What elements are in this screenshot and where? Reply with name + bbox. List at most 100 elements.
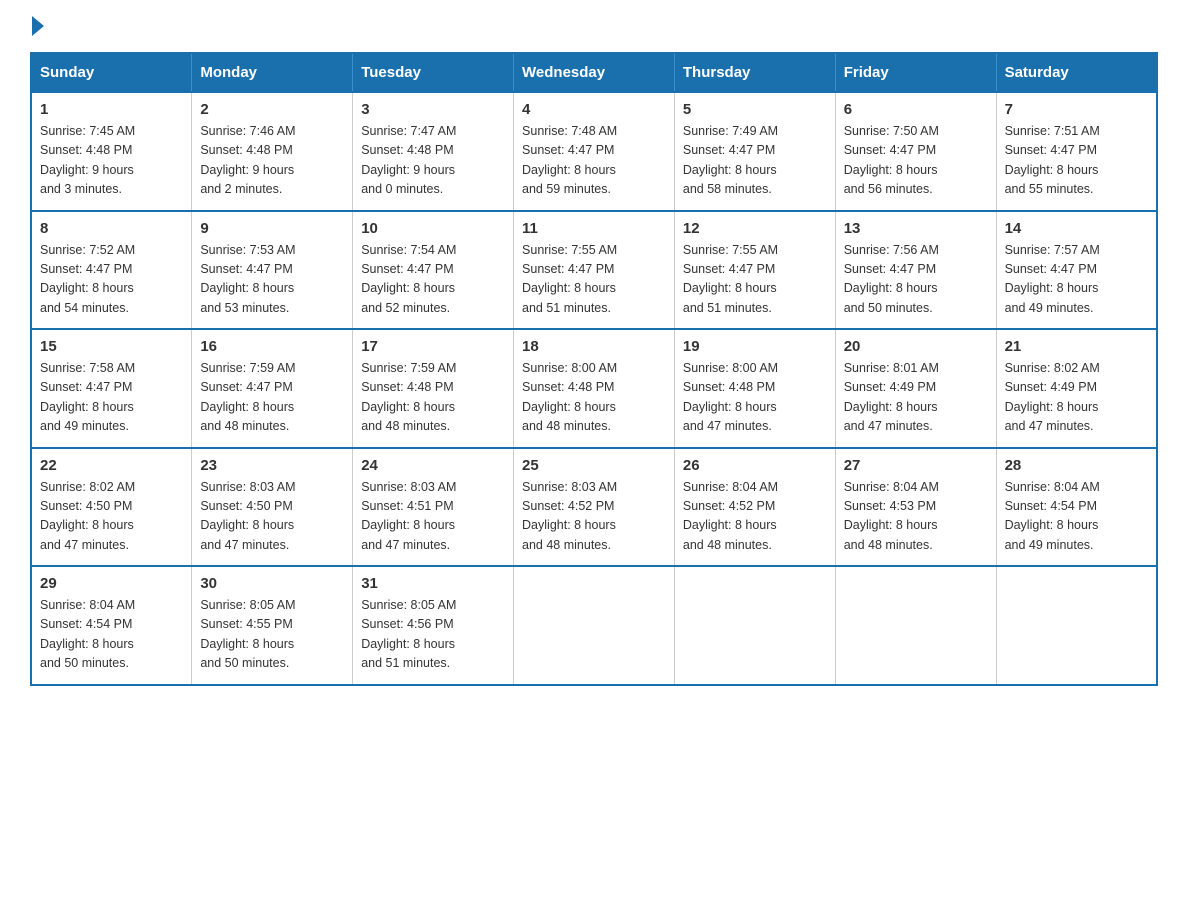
day-info: Sunrise: 7:50 AMSunset: 4:47 PMDaylight:… bbox=[844, 122, 988, 200]
day-number: 16 bbox=[200, 338, 344, 355]
day-number: 22 bbox=[40, 457, 183, 474]
calendar-table: SundayMondayTuesdayWednesdayThursdayFrid… bbox=[30, 52, 1158, 686]
calendar-cell bbox=[674, 566, 835, 685]
day-number: 24 bbox=[361, 457, 505, 474]
calendar-cell: 20 Sunrise: 8:01 AMSunset: 4:49 PMDaylig… bbox=[835, 329, 996, 448]
calendar-cell: 22 Sunrise: 8:02 AMSunset: 4:50 PMDaylig… bbox=[31, 448, 192, 567]
calendar-cell: 31 Sunrise: 8:05 AMSunset: 4:56 PMDaylig… bbox=[353, 566, 514, 685]
day-info: Sunrise: 7:48 AMSunset: 4:47 PMDaylight:… bbox=[522, 122, 666, 200]
day-number: 18 bbox=[522, 338, 666, 355]
day-number: 4 bbox=[522, 101, 666, 118]
calendar-body: 1 Sunrise: 7:45 AMSunset: 4:48 PMDayligh… bbox=[31, 92, 1157, 685]
calendar-cell: 23 Sunrise: 8:03 AMSunset: 4:50 PMDaylig… bbox=[192, 448, 353, 567]
day-info: Sunrise: 7:56 AMSunset: 4:47 PMDaylight:… bbox=[844, 241, 988, 319]
calendar-cell: 16 Sunrise: 7:59 AMSunset: 4:47 PMDaylig… bbox=[192, 329, 353, 448]
calendar-week-2: 8 Sunrise: 7:52 AMSunset: 4:47 PMDayligh… bbox=[31, 211, 1157, 330]
weekday-header-thursday: Thursday bbox=[674, 53, 835, 92]
day-number: 12 bbox=[683, 220, 827, 237]
day-number: 10 bbox=[361, 220, 505, 237]
day-info: Sunrise: 7:57 AMSunset: 4:47 PMDaylight:… bbox=[1005, 241, 1148, 319]
day-number: 21 bbox=[1005, 338, 1148, 355]
day-number: 3 bbox=[361, 101, 505, 118]
calendar-cell: 3 Sunrise: 7:47 AMSunset: 4:48 PMDayligh… bbox=[353, 92, 514, 211]
day-info: Sunrise: 8:01 AMSunset: 4:49 PMDaylight:… bbox=[844, 359, 988, 437]
day-info: Sunrise: 8:00 AMSunset: 4:48 PMDaylight:… bbox=[683, 359, 827, 437]
day-info: Sunrise: 7:54 AMSunset: 4:47 PMDaylight:… bbox=[361, 241, 505, 319]
day-info: Sunrise: 7:51 AMSunset: 4:47 PMDaylight:… bbox=[1005, 122, 1148, 200]
calendar-cell: 21 Sunrise: 8:02 AMSunset: 4:49 PMDaylig… bbox=[996, 329, 1157, 448]
day-info: Sunrise: 7:53 AMSunset: 4:47 PMDaylight:… bbox=[200, 241, 344, 319]
day-info: Sunrise: 8:00 AMSunset: 4:48 PMDaylight:… bbox=[522, 359, 666, 437]
day-number: 31 bbox=[361, 575, 505, 592]
day-number: 9 bbox=[200, 220, 344, 237]
day-number: 17 bbox=[361, 338, 505, 355]
weekday-header-friday: Friday bbox=[835, 53, 996, 92]
calendar-cell: 10 Sunrise: 7:54 AMSunset: 4:47 PMDaylig… bbox=[353, 211, 514, 330]
day-number: 11 bbox=[522, 220, 666, 237]
day-info: Sunrise: 7:46 AMSunset: 4:48 PMDaylight:… bbox=[200, 122, 344, 200]
day-info: Sunrise: 8:05 AMSunset: 4:55 PMDaylight:… bbox=[200, 596, 344, 674]
calendar-cell: 24 Sunrise: 8:03 AMSunset: 4:51 PMDaylig… bbox=[353, 448, 514, 567]
day-info: Sunrise: 7:55 AMSunset: 4:47 PMDaylight:… bbox=[683, 241, 827, 319]
calendar-cell: 11 Sunrise: 7:55 AMSunset: 4:47 PMDaylig… bbox=[514, 211, 675, 330]
weekday-header-wednesday: Wednesday bbox=[514, 53, 675, 92]
day-info: Sunrise: 8:03 AMSunset: 4:52 PMDaylight:… bbox=[522, 478, 666, 556]
day-info: Sunrise: 7:52 AMSunset: 4:47 PMDaylight:… bbox=[40, 241, 183, 319]
day-number: 8 bbox=[40, 220, 183, 237]
day-info: Sunrise: 8:04 AMSunset: 4:53 PMDaylight:… bbox=[844, 478, 988, 556]
day-info: Sunrise: 8:02 AMSunset: 4:50 PMDaylight:… bbox=[40, 478, 183, 556]
weekday-header-saturday: Saturday bbox=[996, 53, 1157, 92]
day-number: 20 bbox=[844, 338, 988, 355]
calendar-cell bbox=[514, 566, 675, 685]
day-info: Sunrise: 8:04 AMSunset: 4:54 PMDaylight:… bbox=[1005, 478, 1148, 556]
calendar-week-5: 29 Sunrise: 8:04 AMSunset: 4:54 PMDaylig… bbox=[31, 566, 1157, 685]
calendar-cell: 6 Sunrise: 7:50 AMSunset: 4:47 PMDayligh… bbox=[835, 92, 996, 211]
day-info: Sunrise: 8:03 AMSunset: 4:50 PMDaylight:… bbox=[200, 478, 344, 556]
calendar-week-1: 1 Sunrise: 7:45 AMSunset: 4:48 PMDayligh… bbox=[31, 92, 1157, 211]
calendar-cell: 2 Sunrise: 7:46 AMSunset: 4:48 PMDayligh… bbox=[192, 92, 353, 211]
day-info: Sunrise: 7:59 AMSunset: 4:47 PMDaylight:… bbox=[200, 359, 344, 437]
calendar-cell: 5 Sunrise: 7:49 AMSunset: 4:47 PMDayligh… bbox=[674, 92, 835, 211]
day-number: 1 bbox=[40, 101, 183, 118]
day-number: 28 bbox=[1005, 457, 1148, 474]
day-number: 6 bbox=[844, 101, 988, 118]
day-number: 13 bbox=[844, 220, 988, 237]
calendar-cell bbox=[835, 566, 996, 685]
calendar-cell: 4 Sunrise: 7:48 AMSunset: 4:47 PMDayligh… bbox=[514, 92, 675, 211]
calendar-cell: 19 Sunrise: 8:00 AMSunset: 4:48 PMDaylig… bbox=[674, 329, 835, 448]
day-number: 23 bbox=[200, 457, 344, 474]
day-info: Sunrise: 8:02 AMSunset: 4:49 PMDaylight:… bbox=[1005, 359, 1148, 437]
calendar-cell: 1 Sunrise: 7:45 AMSunset: 4:48 PMDayligh… bbox=[31, 92, 192, 211]
day-number: 2 bbox=[200, 101, 344, 118]
day-info: Sunrise: 8:05 AMSunset: 4:56 PMDaylight:… bbox=[361, 596, 505, 674]
calendar-cell: 18 Sunrise: 8:00 AMSunset: 4:48 PMDaylig… bbox=[514, 329, 675, 448]
day-number: 14 bbox=[1005, 220, 1148, 237]
calendar-cell: 27 Sunrise: 8:04 AMSunset: 4:53 PMDaylig… bbox=[835, 448, 996, 567]
logo bbox=[30, 20, 44, 32]
weekday-header-tuesday: Tuesday bbox=[353, 53, 514, 92]
day-info: Sunrise: 7:49 AMSunset: 4:47 PMDaylight:… bbox=[683, 122, 827, 200]
calendar-cell: 28 Sunrise: 8:04 AMSunset: 4:54 PMDaylig… bbox=[996, 448, 1157, 567]
calendar-cell: 9 Sunrise: 7:53 AMSunset: 4:47 PMDayligh… bbox=[192, 211, 353, 330]
day-info: Sunrise: 7:55 AMSunset: 4:47 PMDaylight:… bbox=[522, 241, 666, 319]
day-number: 25 bbox=[522, 457, 666, 474]
day-info: Sunrise: 7:45 AMSunset: 4:48 PMDaylight:… bbox=[40, 122, 183, 200]
calendar-cell: 30 Sunrise: 8:05 AMSunset: 4:55 PMDaylig… bbox=[192, 566, 353, 685]
calendar-cell: 13 Sunrise: 7:56 AMSunset: 4:47 PMDaylig… bbox=[835, 211, 996, 330]
weekday-header-sunday: Sunday bbox=[31, 53, 192, 92]
day-info: Sunrise: 7:59 AMSunset: 4:48 PMDaylight:… bbox=[361, 359, 505, 437]
day-info: Sunrise: 7:58 AMSunset: 4:47 PMDaylight:… bbox=[40, 359, 183, 437]
calendar-cell: 26 Sunrise: 8:04 AMSunset: 4:52 PMDaylig… bbox=[674, 448, 835, 567]
calendar-cell: 7 Sunrise: 7:51 AMSunset: 4:47 PMDayligh… bbox=[996, 92, 1157, 211]
day-info: Sunrise: 8:04 AMSunset: 4:52 PMDaylight:… bbox=[683, 478, 827, 556]
logo-top bbox=[30, 20, 44, 36]
calendar-cell: 17 Sunrise: 7:59 AMSunset: 4:48 PMDaylig… bbox=[353, 329, 514, 448]
day-info: Sunrise: 8:03 AMSunset: 4:51 PMDaylight:… bbox=[361, 478, 505, 556]
calendar-header: SundayMondayTuesdayWednesdayThursdayFrid… bbox=[31, 53, 1157, 92]
weekday-header-monday: Monday bbox=[192, 53, 353, 92]
calendar-cell: 29 Sunrise: 8:04 AMSunset: 4:54 PMDaylig… bbox=[31, 566, 192, 685]
day-number: 15 bbox=[40, 338, 183, 355]
day-number: 7 bbox=[1005, 101, 1148, 118]
day-info: Sunrise: 8:04 AMSunset: 4:54 PMDaylight:… bbox=[40, 596, 183, 674]
day-number: 5 bbox=[683, 101, 827, 118]
